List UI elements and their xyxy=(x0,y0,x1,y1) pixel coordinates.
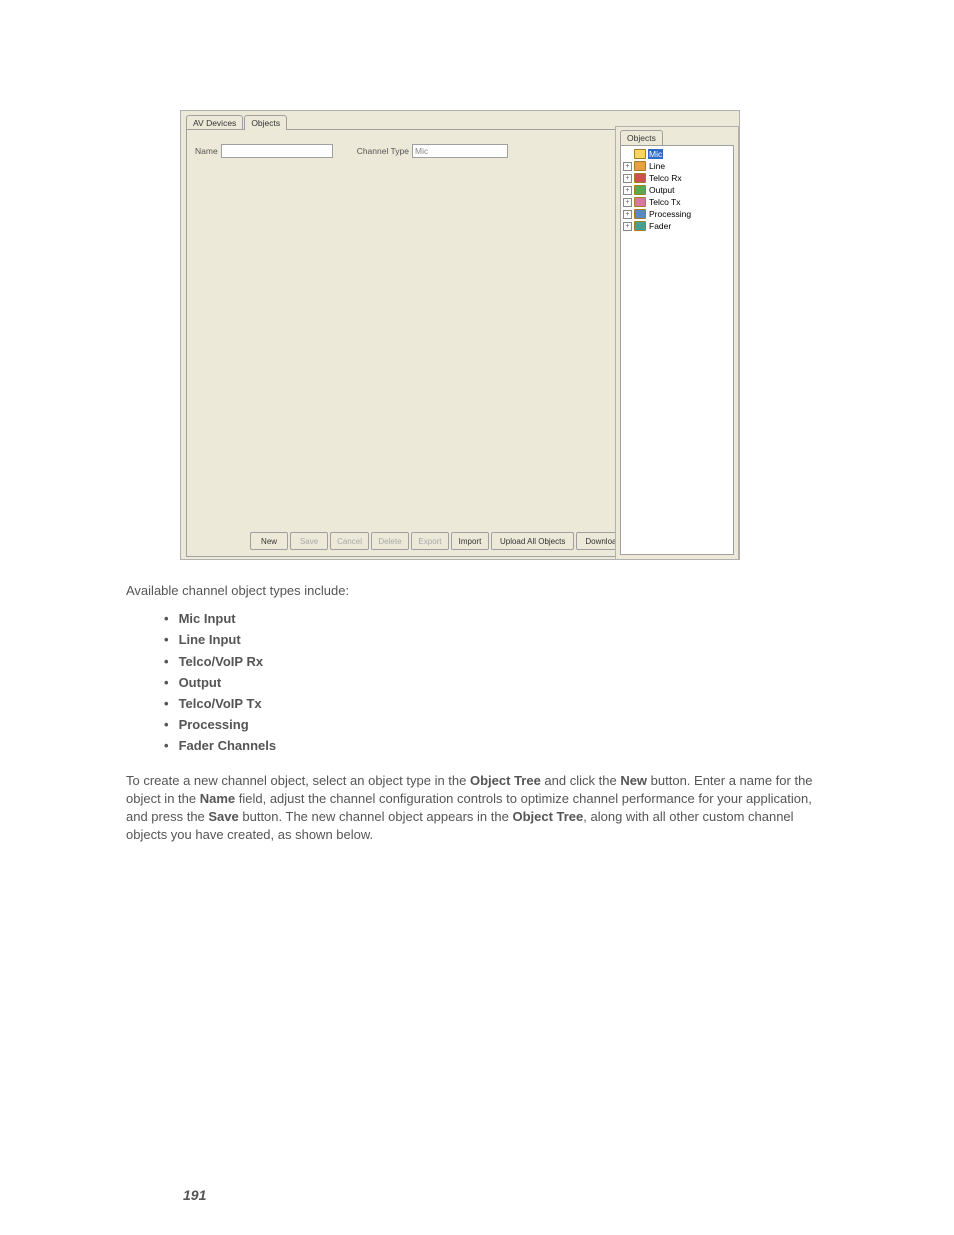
list-item: Telco/VoIP Tx xyxy=(126,695,836,713)
tree-label: Telco Rx xyxy=(648,173,683,183)
tab-object-tree[interactable]: Objects xyxy=(620,130,663,145)
expander-icon[interactable]: + xyxy=(623,210,632,219)
output-icon xyxy=(634,185,646,195)
tree-label: Processing xyxy=(648,209,692,219)
page-number: 191 xyxy=(183,1187,206,1203)
delete-button[interactable]: Delete xyxy=(371,532,409,550)
save-button[interactable]: Save xyxy=(290,532,328,550)
expander-icon[interactable]: + xyxy=(623,186,632,195)
list-item: Mic Input xyxy=(126,610,836,628)
line-icon xyxy=(634,161,646,171)
expander-icon[interactable]: + xyxy=(623,198,632,207)
telco-tx-icon xyxy=(634,197,646,207)
new-button[interactable]: New xyxy=(250,532,288,550)
tree-item-processing[interactable]: + Processing xyxy=(623,208,731,220)
tree-label: Telco Tx xyxy=(648,197,682,207)
tree-item-line[interactable]: + Line xyxy=(623,160,731,172)
tree-label: Line xyxy=(648,161,666,171)
list-item: Fader Channels xyxy=(126,737,836,755)
fader-icon xyxy=(634,221,646,231)
object-tree[interactable]: + Mic + Line + Telco Rx + Output + Telco… xyxy=(620,145,734,555)
expander-icon[interactable]: + xyxy=(623,222,632,231)
instruction-paragraph: To create a new channel object, select a… xyxy=(126,772,836,845)
import-button[interactable]: Import xyxy=(451,532,489,550)
channel-type-label: Channel Type xyxy=(357,146,409,156)
document-body: Available channel object types include: … xyxy=(126,582,836,854)
expander-icon[interactable]: + xyxy=(623,174,632,183)
list-item: Line Input xyxy=(126,631,836,649)
objects-tab-bar: Objects xyxy=(616,127,738,145)
expander-icon[interactable]: + xyxy=(623,162,632,171)
name-input[interactable] xyxy=(221,144,333,158)
tree-item-telco-rx[interactable]: + Telco Rx xyxy=(623,172,731,184)
processing-icon xyxy=(634,209,646,219)
tree-label: Mic xyxy=(648,149,663,159)
tree-item-fader[interactable]: + Fader xyxy=(623,220,731,232)
tree-label: Fader xyxy=(648,221,672,231)
tree-item-telco-tx[interactable]: + Telco Tx xyxy=(623,196,731,208)
export-button[interactable]: Export xyxy=(411,532,449,550)
type-list: Mic Input Line Input Telco/VoIP Rx Outpu… xyxy=(126,610,836,755)
mic-icon xyxy=(634,149,646,159)
tab-objects[interactable]: Objects xyxy=(244,115,287,130)
tree-item-output[interactable]: + Output xyxy=(623,184,731,196)
objects-panel: Objects + Mic + Line + Telco Rx + Output… xyxy=(615,126,739,560)
upload-all-button[interactable]: Upload All Objects xyxy=(491,532,574,550)
expander-icon: + xyxy=(623,150,632,159)
telco-rx-icon xyxy=(634,173,646,183)
list-item: Telco/VoIP Rx xyxy=(126,653,836,671)
tree-label: Output xyxy=(648,185,676,195)
cancel-button[interactable]: Cancel xyxy=(330,532,369,550)
list-item: Processing xyxy=(126,716,836,734)
name-label: Name xyxy=(195,146,218,156)
channel-type-input[interactable] xyxy=(412,144,508,158)
intro-paragraph: Available channel object types include: xyxy=(126,582,836,600)
tab-av-devices[interactable]: AV Devices xyxy=(186,115,243,130)
list-item: Output xyxy=(126,674,836,692)
tree-item-mic[interactable]: + Mic xyxy=(623,148,731,160)
